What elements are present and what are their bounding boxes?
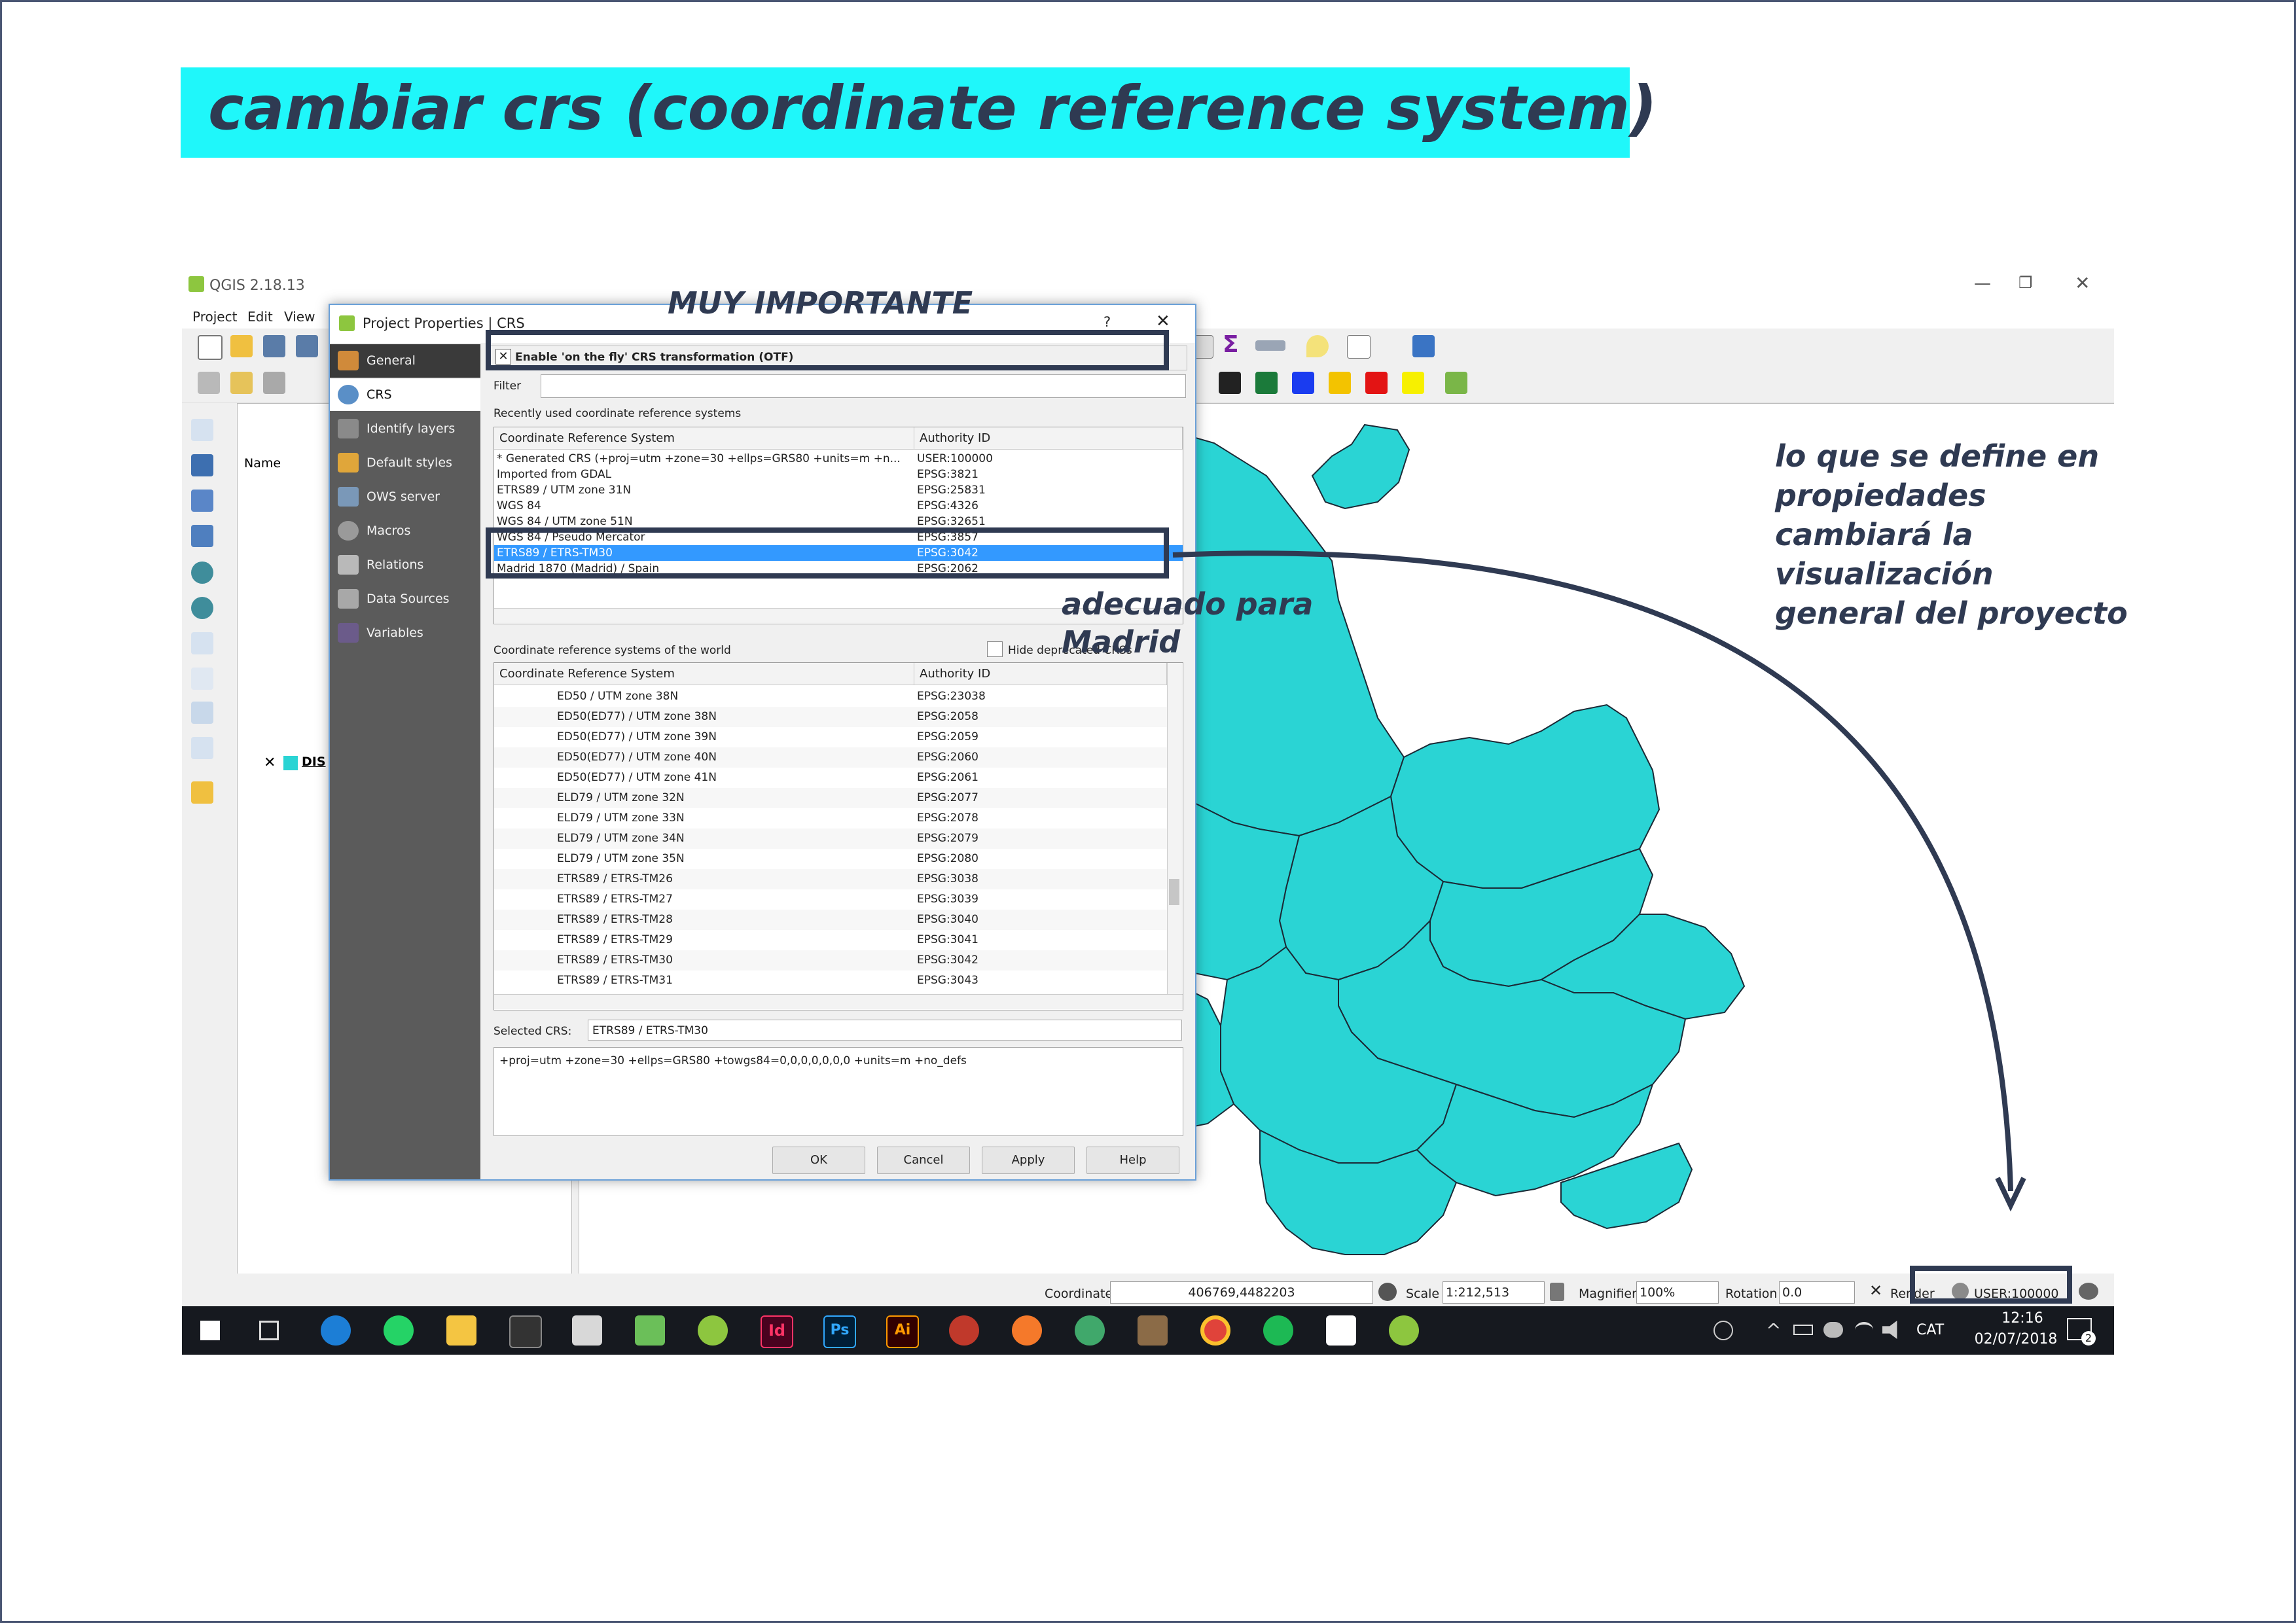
annotation-arrow: [1172, 550, 2026, 1212]
